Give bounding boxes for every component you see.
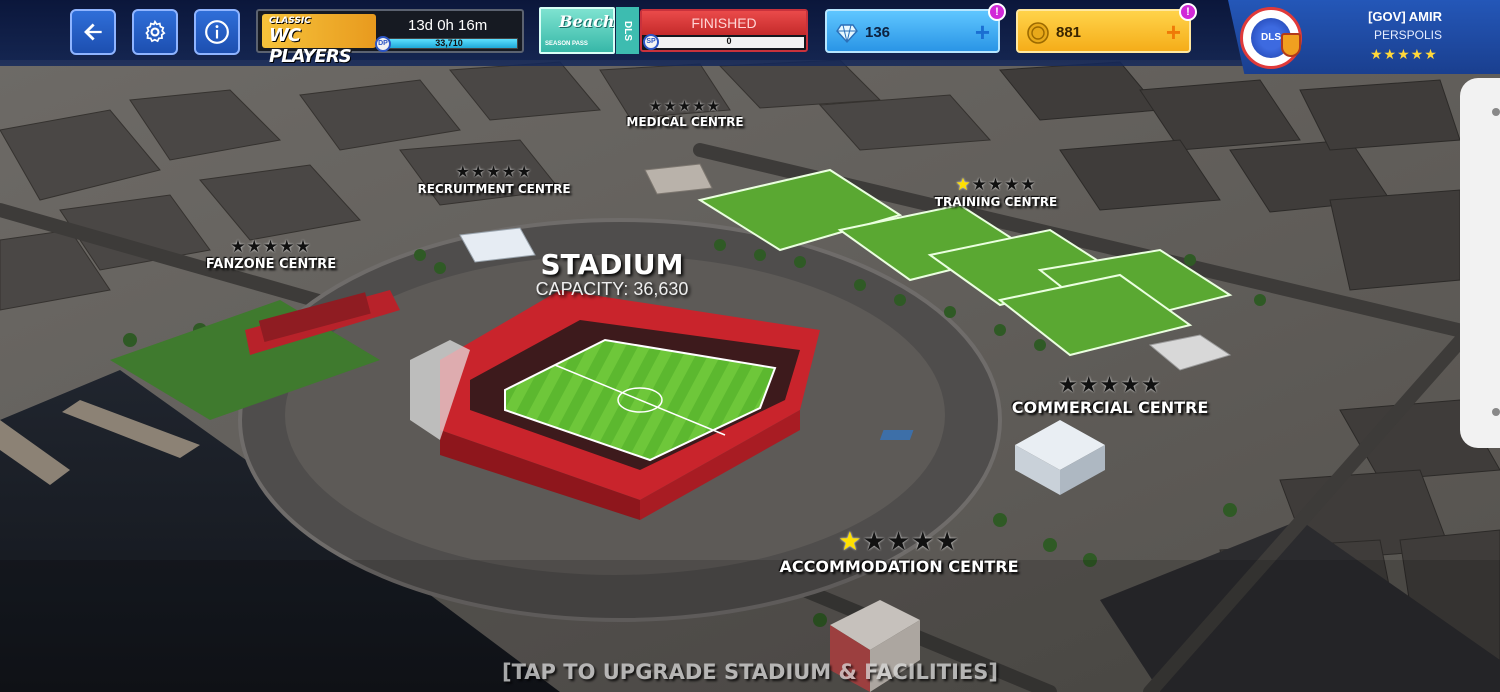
gems-counter[interactable]: 136 + ! — [825, 3, 1006, 53]
star-empty-icon: ★ — [648, 98, 664, 115]
team-name: PERSPOLIS — [1373, 28, 1442, 42]
fanzone-stars: ★★★★★ — [188, 237, 354, 257]
stadium-capacity: CAPACITY: 36,630 — [535, 279, 689, 299]
stadium-facility[interactable]: STADIUM CAPACITY: 36,630 — [500, 248, 724, 300]
star-empty-icon: ★ — [455, 164, 471, 181]
profile-stars: ★★★★★ — [1370, 46, 1438, 62]
season-subtitle: SEASON PASS — [545, 41, 588, 47]
training-label: TRAINING CENTRE — [934, 195, 1058, 209]
info-button[interactable] — [194, 9, 240, 55]
commercial-label: COMMERCIAL CENTRE — [1011, 398, 1209, 417]
facility-training[interactable]: ★★★★★ TRAINING CENTRE — [918, 175, 1074, 209]
side-drawer-tab[interactable] — [1460, 78, 1500, 448]
gems-alert-badge: ! — [988, 3, 1006, 21]
drawer-dot-icon — [1492, 408, 1500, 416]
star-empty-icon: ★ — [987, 175, 1005, 194]
drawer-dot-icon — [1492, 108, 1500, 116]
star-empty-icon: ★ — [971, 175, 988, 194]
facility-accommodation[interactable]: ★★★★★ ACCOMMODATION CENTRE — [752, 526, 1046, 576]
star-empty-icon: ★ — [295, 237, 312, 256]
star-empty-icon: ★ — [1099, 372, 1121, 397]
star-empty-icon: ★ — [470, 164, 487, 181]
star-empty-icon: ★ — [486, 164, 502, 181]
coins-amount: 881 — [1056, 24, 1082, 41]
back-arrow-icon — [84, 23, 102, 41]
diamond-icon — [836, 24, 858, 44]
player-name: [GOV] AMIR — [1368, 9, 1442, 24]
facility-recruitment[interactable]: ★★★★★ RECRUITMENT CENTRE — [400, 162, 588, 196]
star-empty-icon: ★ — [517, 164, 533, 181]
upgrade-hint: [TAP TO UPGRADE STADIUM & FACILITIES] — [502, 660, 998, 684]
back-button[interactable] — [70, 9, 116, 55]
facility-fanzone[interactable]: ★★★★★ FANZONE CENTRE — [188, 237, 354, 272]
star-empty-icon: ★ — [886, 526, 912, 556]
event-time-left: 13d 0h 16m — [408, 17, 488, 34]
star-empty-icon: ★ — [706, 98, 722, 115]
coin-icon — [1027, 22, 1049, 44]
season-title: Beach — [559, 12, 615, 31]
star-filled-icon: ★ — [955, 175, 972, 194]
season-status-box: FINISHED 0 SP — [640, 9, 808, 52]
season-status: FINISHED — [642, 11, 806, 35]
star-empty-icon: ★ — [935, 526, 960, 556]
commercial-stars: ★★★★★ — [988, 372, 1232, 398]
star-empty-icon: ★ — [911, 526, 936, 556]
event-logo-title: WC PLAYERS — [269, 25, 352, 67]
event-banner[interactable]: CLASSIC WC PLAYERS 13d 0h 16m 33,710 DP — [256, 9, 524, 67]
season-side-label: DLS — [616, 7, 639, 54]
training-stars: ★★★★★ — [918, 175, 1074, 195]
season-pass-banner[interactable]: Beach SEASON PASS DLS FINISHED 0 SP — [539, 7, 809, 54]
fanzone-label: FANZONE CENTRE — [205, 257, 337, 272]
info-icon — [205, 20, 229, 44]
gear-icon — [145, 19, 166, 43]
star-empty-icon: ★ — [1020, 175, 1037, 194]
stadium-title: STADIUM — [540, 248, 684, 281]
medical-label: MEDICAL CENTRE — [626, 115, 744, 129]
star-empty-icon: ★ — [1004, 175, 1021, 194]
accommodation-label: ACCOMMODATION CENTRE — [779, 557, 1019, 576]
star-empty-icon: ★ — [1078, 372, 1100, 397]
accommodation-stars: ★★★★★ — [752, 526, 1046, 557]
recruitment-stars: ★★★★★ — [400, 162, 588, 182]
star-empty-icon: ★ — [230, 237, 247, 256]
sp-badge-icon: SP — [643, 34, 659, 50]
coins-alert-badge: ! — [1179, 3, 1197, 21]
star-empty-icon: ★ — [279, 237, 296, 256]
star-empty-icon: ★ — [862, 526, 887, 556]
star-empty-icon: ★ — [692, 98, 707, 115]
add-coins-button[interactable]: + — [1166, 18, 1181, 46]
season-pass-image: Beach SEASON PASS — [539, 7, 615, 54]
facility-medical[interactable]: ★★★★★ MEDICAL CENTRE — [610, 97, 760, 129]
star-empty-icon: ★ — [1058, 372, 1079, 397]
star-empty-icon: ★ — [1141, 372, 1162, 397]
star-empty-icon: ★ — [501, 164, 518, 181]
event-points: 33,710 — [435, 38, 463, 48]
star-empty-icon: ★ — [1120, 372, 1142, 397]
shield-icon — [1281, 33, 1301, 57]
star-empty-icon: ★ — [262, 237, 280, 256]
event-logo: CLASSIC WC PLAYERS — [262, 14, 376, 67]
star-empty-icon: ★ — [677, 98, 693, 115]
facility-commercial[interactable]: ★★★★★ COMMERCIAL CENTRE — [988, 372, 1232, 417]
settings-button[interactable] — [132, 9, 178, 55]
event-progress-bar: 33,710 — [378, 38, 518, 49]
coins-counter[interactable]: 881 + ! — [1016, 3, 1197, 53]
star-empty-icon: ★ — [246, 237, 263, 256]
star-filled-icon: ★ — [838, 526, 863, 556]
recruitment-label: RECRUITMENT CENTRE — [417, 182, 571, 196]
dp-badge-icon: DP — [375, 36, 391, 52]
season-points: 0 — [726, 36, 732, 46]
gems-amount: 136 — [865, 24, 891, 41]
star-empty-icon: ★ — [663, 98, 678, 115]
medical-stars: ★★★★★ — [610, 97, 760, 115]
add-gems-button[interactable]: + — [975, 18, 990, 46]
